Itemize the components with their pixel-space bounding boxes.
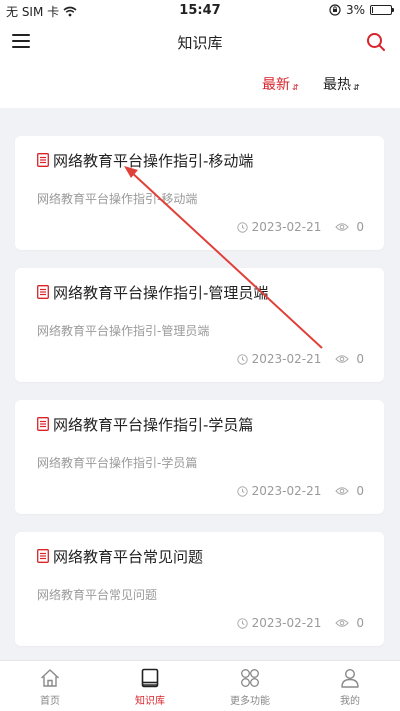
article-date: 2023-02-21 bbox=[251, 220, 322, 234]
status-bar: 无 SIM 卡 15:47 3% bbox=[0, 0, 400, 22]
clock-icon bbox=[236, 485, 248, 497]
tab-knowledge[interactable]: 知识库 bbox=[100, 661, 200, 711]
grid-icon bbox=[241, 669, 259, 687]
sort-arrows-icon: ⇵ bbox=[353, 83, 360, 92]
nav-bar: 知识库 bbox=[0, 22, 400, 62]
article-description: 网络教育平台操作指引-管理员端 bbox=[37, 324, 210, 338]
article-date: 2023-02-21 bbox=[251, 352, 322, 366]
article-title: 网络教育平台操作指引-管理员端 bbox=[53, 284, 269, 302]
page-title: 知识库 bbox=[177, 34, 223, 52]
book-icon bbox=[141, 668, 159, 688]
eye-icon bbox=[335, 487, 350, 495]
clock-icon bbox=[236, 617, 248, 629]
user-icon bbox=[341, 668, 359, 688]
view-count: 0 bbox=[335, 484, 364, 498]
article-title: 网络教育平台常见问题 bbox=[53, 548, 204, 566]
eye-icon bbox=[335, 619, 350, 627]
article-description: 网络教育平台常见问题 bbox=[37, 588, 158, 602]
tab-profile[interactable]: 我的 bbox=[300, 661, 400, 711]
view-count: 0 bbox=[335, 616, 364, 630]
tab-bar: 首页 知识库 更多功能 我的 bbox=[0, 660, 400, 711]
tab-label: 更多功能 bbox=[230, 696, 270, 707]
tab-home[interactable]: 首页 bbox=[0, 661, 100, 711]
article-card[interactable]: 网络教育平台常见问题 网络教育平台常见问题 2023-02-21 0 bbox=[15, 532, 384, 646]
article-meta: 2023-02-21 0 bbox=[236, 220, 364, 234]
clock-icon bbox=[236, 221, 248, 233]
sort-bar: 最新 ⇵ 最热 ⇵ bbox=[0, 62, 400, 108]
document-icon bbox=[37, 549, 49, 563]
article-meta: 2023-02-21 0 bbox=[236, 616, 364, 630]
article-meta: 2023-02-21 0 bbox=[236, 352, 364, 366]
sort-newest-label: 最新 bbox=[262, 77, 290, 93]
article-meta: 2023-02-21 0 bbox=[236, 484, 364, 498]
eye-icon bbox=[335, 223, 350, 231]
sort-hot-label: 最热 bbox=[323, 77, 351, 93]
article-title: 网络教育平台操作指引-学员篇 bbox=[53, 416, 254, 434]
tab-more[interactable]: 更多功能 bbox=[200, 661, 300, 711]
sort-newest-button[interactable]: 最新 ⇵ bbox=[262, 74, 299, 94]
search-icon[interactable] bbox=[366, 32, 386, 52]
clock-icon bbox=[236, 353, 248, 365]
sort-hot-button[interactable]: 最热 ⇵ bbox=[323, 74, 360, 94]
tab-label: 首页 bbox=[40, 696, 60, 707]
document-icon bbox=[37, 153, 49, 167]
orientation-lock-icon bbox=[329, 4, 341, 16]
home-icon bbox=[41, 669, 59, 687]
article-date: 2023-02-21 bbox=[251, 616, 322, 630]
tab-label: 我的 bbox=[340, 696, 360, 707]
tab-label: 知识库 bbox=[135, 696, 165, 707]
view-count: 0 bbox=[335, 220, 364, 234]
battery-icon bbox=[370, 5, 394, 15]
document-icon bbox=[37, 285, 49, 299]
article-views: 0 bbox=[356, 220, 364, 234]
article-card[interactable]: 网络教育平台操作指引-学员篇 网络教育平台操作指引-学员篇 2023-02-21… bbox=[15, 400, 384, 514]
article-description: 网络教育平台操作指引-移动端 bbox=[37, 192, 198, 206]
eye-icon bbox=[335, 355, 350, 363]
article-views: 0 bbox=[356, 352, 364, 366]
sort-arrows-icon: ⇵ bbox=[292, 83, 299, 92]
article-title: 网络教育平台操作指引-移动端 bbox=[53, 152, 254, 170]
article-date: 2023-02-21 bbox=[251, 484, 322, 498]
view-count: 0 bbox=[335, 352, 364, 366]
article-card[interactable]: 网络教育平台操作指引-移动端 网络教育平台操作指引-移动端 2023-02-21… bbox=[15, 136, 384, 250]
article-description: 网络教育平台操作指引-学员篇 bbox=[37, 456, 198, 470]
status-right: 3% bbox=[329, 3, 394, 17]
document-icon bbox=[37, 417, 49, 431]
article-card[interactable]: 网络教育平台操作指引-管理员端 网络教育平台操作指引-管理员端 2023-02-… bbox=[15, 268, 384, 382]
article-views: 0 bbox=[356, 616, 364, 630]
article-views: 0 bbox=[356, 484, 364, 498]
battery-percent: 3% bbox=[345, 3, 365, 17]
